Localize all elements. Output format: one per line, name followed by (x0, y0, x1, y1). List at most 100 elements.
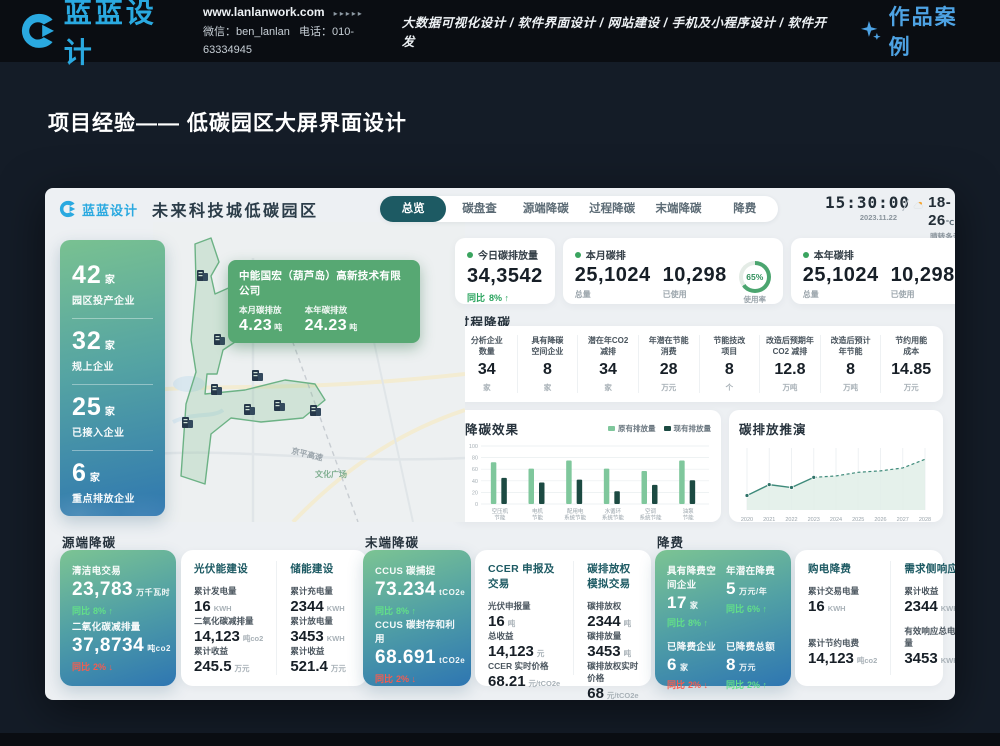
clean-power-stat: 清洁电交易 23,783万千瓦时 同比8% ↑ (72, 563, 164, 617)
co2-reduction-stat: 二氧化碳减排量 37,8734吨co2 同比2% ↓ (72, 619, 164, 673)
emission-projection-chart-card: 碳排放推演 2020202120222023202420252026202720… (729, 410, 943, 522)
today-emission-card: 今日碳排放量 34,3542 同比8% ↑ (455, 238, 555, 304)
process-stat: 分析企业数量34家 (457, 335, 517, 393)
legend-current: 现有排放量 (664, 423, 712, 434)
process-stat: 年潜在节能消费28万元 (638, 335, 699, 393)
month-emission-card: 本月碳排 25,1024总量 10,298已使用 65% 使用率 (563, 238, 783, 304)
svg-text:0: 0 (475, 502, 478, 508)
fee-section-title: 降费 (657, 532, 684, 551)
tab-overview[interactable]: 总览 (380, 196, 446, 222)
site-header: 蓝蓝设计 www.lanlanwork.com ▸▸▸▸▸ 微信：ben_lan… (0, 0, 1000, 62)
terminal-detail-card: CCER 申报及交易 光伏申报量16吨 总收益14,123元 CCER 实时价格… (475, 550, 651, 686)
sparkle-star-icon (859, 19, 883, 43)
portfolio-label: 作品案例 (889, 1, 980, 61)
source-section-title: 源端降碳 (62, 532, 116, 551)
terminal-gradient-card: CCUS 碳捕捉 73.234tCO2e 同比8% ↑ CCUS 碳封存和利用 … (363, 550, 471, 686)
svg-text:60: 60 (472, 467, 478, 473)
legend-swatch-dark (664, 426, 671, 431)
process-stat: 节能技改项目8个 (699, 335, 760, 393)
process-stat: 节约用能成本14.85万元 (880, 335, 941, 393)
svg-text:40: 40 (472, 479, 478, 485)
company-tooltip: 中能国宏（葫芦岛）高新技术有限公司 本月碳排放 4.23吨 本年碳排放 24.2… (228, 260, 420, 343)
site-logo-text: 蓝蓝设计 (64, 0, 187, 71)
terminal-section-title: 末端降碳 (365, 532, 419, 551)
svg-text:节能: 节能 (494, 514, 506, 522)
park-stats-sidebar: 42家 园区投产企业 32家 规上企业 25家 已接入企业 6家 重点排放企业 (60, 240, 165, 516)
svg-text:2023: 2023 (808, 517, 820, 523)
svg-text:系统节能: 系统节能 (602, 514, 625, 522)
line-chart: 2020 2021 2022 2023 2024 2025 2026 2027 2028 (739, 442, 933, 524)
svg-text:水循环: 水循环 (605, 507, 622, 515)
tab-fee-reduction[interactable]: 降费 (712, 196, 778, 222)
legend-original: 原有排放量 (608, 423, 656, 434)
company-name: 中能国宏（葫芦岛）高新技术有限公司 (239, 268, 409, 298)
carbon-quota-col: 碳排放权模拟交易 碳排放权2344吨 碳排放量3453吨 碳排放权实时价格68元… (573, 561, 651, 675)
tooltip-month-stat: 本月碳排放 4.23吨 (239, 304, 283, 335)
portfolio-button[interactable]: 作品案例 (859, 1, 980, 61)
tab-source-reduction[interactable]: 源端降碳 (513, 196, 579, 222)
fee-gradient-card: 具有降费空间企业 17家 同比8% ↑ 年潜在降费 5万元/年 同比6% ↑ 已… (655, 550, 791, 686)
svg-text:80: 80 (472, 456, 478, 462)
dashboard-screenshot: 龙腾世纪 文化广场 京平高速 文化广场 中能国宏（葫芦岛）高新技术有限公司 本月… (45, 188, 955, 700)
legend-swatch-light (608, 426, 615, 431)
tab-carbon-audit[interactable]: 碳盘查 (446, 196, 512, 222)
process-stat: 具有降碳空间企业8家 (517, 335, 578, 393)
stat-above-scale-enterprises: 32家 规上企业 (72, 318, 153, 373)
svg-text:20: 20 (472, 490, 478, 496)
process-stat: 改造后预期年CO2 减排12.8万吨 (759, 335, 820, 393)
svg-text:2027: 2027 (897, 517, 909, 523)
services-list: 大数据可视化设计 / 软件界面设计 / 网站建设 / 手机及小程序设计 / 软件… (402, 12, 837, 50)
green-dot-icon (467, 252, 473, 258)
dashboard-brand: 蓝蓝设计 (82, 200, 138, 219)
pv-construction-col: 光伏能建设 累计发电量16KWH 二氧化碳减排量14,123吨co2 累计收益2… (181, 561, 276, 675)
arrows-decor: ▸▸▸▸▸ (334, 9, 364, 18)
stat-key-emitters: 6家 重点排放企业 (72, 450, 153, 505)
svg-text:2028: 2028 (919, 517, 931, 523)
projection-chart-title: 碳排放推演 (739, 419, 807, 438)
dashboard-title: 未来科技城低碳园区 (152, 197, 319, 221)
tooltip-year-stat: 本年碳排放 24.23吨 (305, 304, 358, 335)
tab-bar: 总览 碳盘查 源端降碳 过程降碳 末端降碳 降费 (380, 196, 778, 222)
year-emission-card: 本年碳排 25,1024总量 10,298已使用 65% 使用率 (791, 238, 955, 304)
ccus-storage-stat: CCUS 碳封存和利用 68.691tCO2e 同比2% ↓ (375, 617, 459, 685)
process-stat: 改造后预计年节能8万吨 (820, 335, 881, 393)
purchase-fee-col: 购电降费 累计交易电量16KWH 累计节约电费14,123吨co2 (795, 561, 890, 675)
svg-text:节能: 节能 (532, 514, 544, 522)
map-label-plaza2: 文化广场 (315, 470, 347, 480)
svg-text:2024: 2024 (830, 517, 842, 523)
wechat-info: 微信：ben_lanlan (203, 26, 290, 38)
svg-text:2021: 2021 (763, 517, 775, 523)
svg-text:2026: 2026 (874, 517, 886, 523)
bottom-strip (0, 733, 1000, 746)
svg-text:系统节能: 系统节能 (639, 514, 662, 522)
today-yoy: 同比8% ↑ (467, 291, 543, 304)
svg-text:空调: 空调 (645, 507, 657, 515)
storage-construction-col: 储能建设 累计充电量2344KWH 累计放电量3453KWH 累计收益521.4… (276, 561, 367, 675)
effect-chart-title: 降碳效果 (465, 419, 519, 438)
tab-terminal-reduction[interactable]: 末端降碳 (645, 196, 711, 222)
reduction-effect-chart-card: 降碳效果 原有排放量 现有排放量 020406080100空压机节能电机节能配用… (455, 410, 721, 522)
fee-space-stat: 具有降费空间企业 17家 同比8% ↑ (667, 563, 720, 629)
today-emission-value: 34,3542 (467, 265, 543, 288)
svg-text:系统节能: 系统节能 (564, 514, 587, 522)
green-dot-icon (575, 252, 581, 258)
svg-text:2022: 2022 (785, 517, 797, 523)
svg-text:2025: 2025 (852, 517, 864, 523)
reduced-total-stat: 已降费总额 8万元 同比2% ↑ (726, 639, 779, 691)
source-detail-card: 光伏能建设 累计发电量16KWH 二氧化碳减排量14,123吨co2 累计收益2… (181, 550, 367, 686)
month-usage-donut: 65% 使用率 (739, 261, 771, 305)
ccus-capture-stat: CCUS 碳捕捉 73.234tCO2e 同比8% ↑ (375, 563, 459, 617)
tab-process-reduction[interactable]: 过程降碳 (579, 196, 645, 222)
dashboard-logo-icon (59, 200, 77, 218)
green-dot-icon (803, 252, 809, 258)
svg-text:节能: 节能 (683, 514, 695, 522)
stat-invested-enterprises: 42家 园区投产企业 (72, 253, 153, 307)
summary-cards-row: 今日碳排放量 34,3542 同比8% ↑ 本月碳排 25,1024总量 10,… (455, 238, 943, 304)
svg-text:配用电: 配用电 (567, 507, 584, 515)
reduced-enterprises-stat: 已降费企业 6家 同比2% ↓ (667, 639, 720, 691)
website-link[interactable]: www.lanlanwork.com (203, 5, 325, 19)
bar-chart: 020406080100空压机节能电机节能配用电系统节能水循环系统节能空调系统节… (465, 442, 711, 524)
stat-connected-enterprises: 25家 已接入企业 (72, 384, 153, 439)
effect-chart-legend: 原有排放量 现有排放量 (608, 423, 711, 434)
svg-text:2020: 2020 (741, 517, 753, 523)
